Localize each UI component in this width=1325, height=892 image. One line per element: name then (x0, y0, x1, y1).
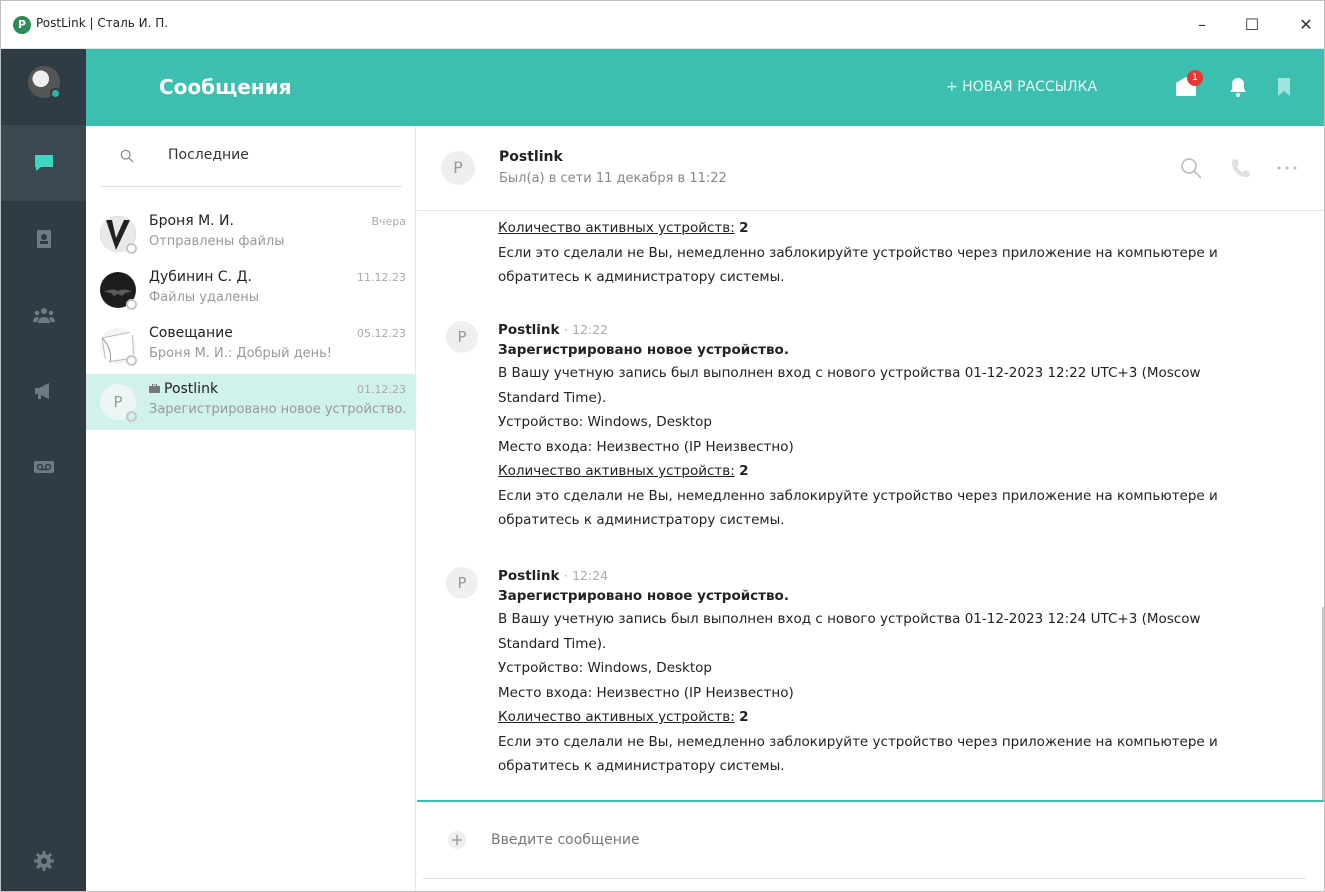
chat-date: Вчера (371, 215, 406, 228)
nav-rail (1, 49, 86, 891)
window-title: PostLink | Сталь И. П. (36, 16, 169, 30)
chat-name: Броня М. И. (149, 213, 234, 229)
chat-preview: Зарегистрировано новое устройство. (149, 402, 407, 417)
chat-item-postlink[interactable]: P Postlink 01.12.23 Зарегистрировано нов… (86, 374, 416, 430)
message-body: Количество активных устройств: 2 Если эт… (498, 220, 1218, 285)
message-author: Postlink (498, 322, 560, 338)
nav-contacts[interactable] (1, 201, 86, 277)
message-author: Postlink (498, 568, 560, 584)
phone-icon[interactable] (1229, 156, 1253, 180)
user-avatar[interactable] (28, 66, 61, 99)
chat-date: 01.12.23 (357, 383, 406, 396)
gear-icon (33, 851, 54, 871)
group-icon (32, 308, 55, 323)
avatar[interactable]: P (441, 151, 475, 185)
conversation-status: Был(а) в сети 11 декабря в 11:22 (499, 171, 727, 186)
maximize-button[interactable]: ☐ (1237, 11, 1267, 39)
chat-date: 11.12.23 (357, 271, 406, 284)
chat-date: 05.12.23 (357, 327, 406, 340)
contacts-icon (36, 230, 51, 248)
app-header: Сообщения + НОВАЯ РАССЫЛКА 1 (86, 49, 1324, 126)
search-icon[interactable] (120, 149, 134, 163)
chat-name: Совещание (149, 325, 233, 341)
page-title: Сообщения (159, 75, 292, 99)
plus-icon[interactable] (447, 830, 467, 850)
message-body: Postlink · 12:24 Зарегистрировано новое … (498, 567, 1278, 779)
app-logo-icon: P (13, 16, 31, 34)
chat-item-dubinin[interactable]: Дубинин С. Д. 11.12.23 Файлы удалены (86, 262, 416, 318)
new-mailing-button[interactable]: + НОВАЯ РАССЫЛКА (946, 79, 1097, 95)
chat-preview: Файлы удалены (149, 290, 260, 305)
chat-icon (34, 155, 53, 171)
composer-divider (423, 878, 1306, 879)
minimize-button[interactable]: – (1187, 11, 1217, 39)
message-title: Зарегистрировано новое устройство. (498, 342, 789, 358)
app-window: P PostLink | Сталь И. П. – ☐ ✕ Сообщения… (0, 0, 1325, 892)
recent-filter-label[interactable]: Последние (168, 147, 249, 163)
chat-preview: Броня М. И.: Добрый день! (149, 346, 333, 361)
chat-list: Последние Броня М. И. Вчера Отправлены ф… (86, 126, 416, 891)
notification-badge: 1 (1187, 70, 1203, 86)
conversation-pane: P Postlink Был(а) в сети 11 декабря в 11… (417, 126, 1324, 891)
briefcase-icon (149, 383, 160, 393)
message-time: 12:24 (572, 568, 609, 583)
message-body: Postlink · 12:22 Зарегистрировано новое … (498, 321, 1278, 533)
conversation-header: P Postlink Был(а) в сети 11 декабря в 11… (417, 126, 1324, 211)
message-input[interactable] (491, 829, 1191, 851)
nav-groups[interactable] (1, 277, 86, 353)
chat-name: Postlink (149, 381, 218, 397)
status-dot (126, 411, 137, 422)
bell-icon[interactable] (1226, 75, 1250, 99)
chat-search[interactable]: Последние (100, 126, 402, 187)
active-devices-link[interactable]: Количество активных устройств: (498, 463, 735, 479)
active-devices-link[interactable]: Количество активных устройств: (498, 709, 735, 725)
chat-item-bronya[interactable]: Броня М. И. Вчера Отправлены файлы (86, 206, 416, 262)
nav-settings[interactable] (1, 823, 86, 891)
avatar: P (446, 567, 478, 599)
voicemail-icon (33, 461, 54, 473)
search-icon[interactable] (1179, 156, 1203, 180)
nav-messages[interactable] (1, 125, 86, 201)
megaphone-icon (34, 383, 49, 399)
chat-name: Дубинин С. Д. (149, 269, 252, 285)
more-options-icon[interactable] (1275, 156, 1299, 180)
status-dot (126, 355, 137, 366)
message-list: Количество активных устройств: 2 Если эт… (417, 211, 1324, 800)
status-dot (126, 243, 137, 254)
conversation-name[interactable]: Postlink (499, 149, 563, 165)
close-button[interactable]: ✕ (1291, 11, 1321, 39)
message-time: 12:22 (572, 322, 609, 337)
message-composer (417, 800, 1324, 891)
message-title: Зарегистрировано новое устройство. (498, 588, 789, 604)
chat-preview: Отправлены файлы (149, 234, 285, 249)
avatar: P (446, 321, 478, 353)
chat-item-meeting[interactable]: Совещание 05.12.23 Броня М. И.: Добрый д… (86, 318, 416, 374)
nav-voicemail[interactable] (1, 429, 86, 505)
active-devices-link[interactable]: Количество активных устройств: (498, 220, 735, 236)
online-indicator (50, 88, 61, 99)
nav-mailings[interactable] (1, 353, 86, 429)
status-dot (126, 299, 137, 310)
title-bar: P PostLink | Сталь И. П. – ☐ ✕ (1, 1, 1324, 49)
bookmark-icon[interactable] (1272, 75, 1296, 99)
